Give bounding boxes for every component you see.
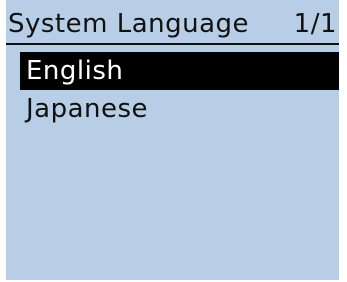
page-indicator: 1/1 [293, 9, 337, 39]
menu-item-japanese[interactable]: Japanese [20, 90, 339, 128]
menu-item-label: English [26, 56, 124, 86]
header-divider [6, 43, 339, 45]
menu-item-english[interactable]: English [20, 52, 339, 90]
language-menu: English Japanese [20, 52, 339, 128]
display-screen: System Language 1/1 English Japanese [6, 0, 339, 280]
menu-item-label: Japanese [26, 94, 149, 124]
screen-title: System Language [8, 9, 250, 39]
header-bar: System Language 1/1 [6, 4, 339, 44]
